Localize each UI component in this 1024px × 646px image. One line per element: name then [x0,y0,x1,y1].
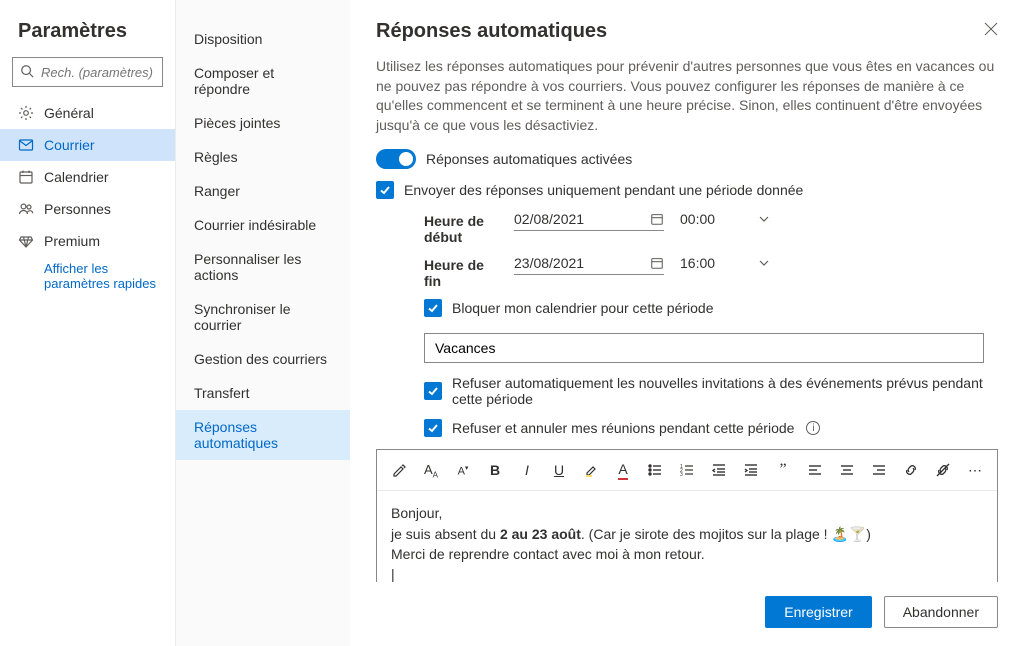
category-calendar[interactable]: Calendrier [0,161,175,193]
toggle-label: Réponses automatiques activées [426,151,632,167]
quick-settings-link[interactable]: Afficher les paramètres rapides [0,257,175,295]
subnav-customize-actions[interactable]: Personnaliser les actions [176,242,350,292]
quote-icon[interactable]: ” [769,456,797,484]
end-date-input[interactable]: 23/08/2021 [514,255,664,275]
subnav-compose[interactable]: Composer et répondre [176,56,350,106]
category-general[interactable]: Général [0,97,175,129]
mail-subnav: Disposition Composer et répondre Pièces … [176,0,350,646]
category-label: Personnes [44,201,111,217]
italic-icon[interactable]: I [513,456,541,484]
subnav-sync[interactable]: Synchroniser le courrier [176,292,350,342]
calendar-icon [18,169,34,185]
settings-detail-panel: Réponses automatiques Utilisez les répon… [350,0,1024,646]
block-calendar-title-input[interactable] [424,333,984,363]
align-left-icon[interactable] [801,456,829,484]
font-size-increase-icon[interactable]: AA [417,456,445,484]
subnav-layout[interactable]: Disposition [176,22,350,56]
calendar-icon [650,212,664,226]
svg-text:3: 3 [680,472,683,478]
subnav-message-handling[interactable]: Gestion des courriers [176,342,350,376]
font-color-icon[interactable]: A [609,456,637,484]
settings-search-input[interactable] [12,57,163,87]
cursor-line: | [391,564,983,582]
category-label: Général [44,105,94,121]
subnav-forwarding[interactable]: Transfert [176,376,350,410]
start-time-select[interactable]: 00:00 [680,211,770,227]
auto-replies-toggle[interactable] [376,149,416,169]
settings-sidebar: Paramètres Général Courrier Calendrier P… [0,0,176,646]
unlink-icon[interactable] [929,456,957,484]
align-center-icon[interactable] [833,456,861,484]
category-mail[interactable]: Courrier [0,129,175,161]
format-painter-icon[interactable] [385,456,413,484]
chevron-down-icon [758,257,770,269]
checkbox-decline-invites[interactable] [424,382,442,400]
panel-title: Réponses automatiques [376,20,607,43]
end-time-select[interactable]: 16:00 [680,255,770,271]
category-label: Premium [44,233,100,249]
checkbox-cancel-meetings[interactable] [424,419,442,437]
bold-icon[interactable]: B [481,456,509,484]
calendar-icon [650,256,664,270]
settings-heading: Paramètres [0,20,175,57]
editor-toolbar: AA A▾ B I U A 123 ” ⋯ [377,450,997,491]
indent-icon[interactable] [737,456,765,484]
close-icon[interactable] [984,22,998,41]
discard-button[interactable]: Abandonner [884,596,998,628]
numbered-list-icon[interactable]: 123 [673,456,701,484]
search-icon [20,64,34,78]
gear-icon [18,105,34,121]
subnav-attachments[interactable]: Pièces jointes [176,106,350,140]
diamond-icon [18,233,34,249]
checkbox-label: Envoyer des réponses uniquement pendant … [404,182,803,198]
start-time-label: Heure de début [424,211,498,245]
panel-footer: Enregistrer Abandonner [350,582,1024,646]
checkbox-label: Refuser et annuler mes réunions pendant … [452,420,794,436]
font-size-decrease-icon[interactable]: A▾ [449,456,477,484]
category-people[interactable]: Personnes [0,193,175,225]
link-icon[interactable] [897,456,925,484]
underline-icon[interactable]: U [545,456,573,484]
subnav-auto-replies[interactable]: Réponses automatiques [176,410,350,460]
checkbox-label: Refuser automatiquement les nouvelles in… [452,375,998,407]
people-icon [18,201,34,217]
subnav-rules[interactable]: Règles [176,140,350,174]
subnav-junk[interactable]: Courrier indésirable [176,208,350,242]
outdent-icon[interactable] [705,456,733,484]
message-editor: AA A▾ B I U A 123 ” ⋯ Bonjour, [376,449,998,582]
subnav-sweep[interactable]: Ranger [176,174,350,208]
end-time-label: Heure de fin [424,255,498,289]
checkbox-block-calendar[interactable] [424,299,442,317]
highlight-icon[interactable] [577,456,605,484]
editor-textarea[interactable]: Bonjour, je suis absent du 2 au 23 août.… [377,491,997,582]
info-icon[interactable]: i [806,421,820,435]
panel-description: Utilisez les réponses automatiques pour … [376,57,998,135]
more-options-icon[interactable]: ⋯ [961,456,989,484]
chevron-down-icon [758,213,770,225]
checkbox-label: Bloquer mon calendrier pour cette périod… [452,300,714,316]
category-premium[interactable]: Premium [0,225,175,257]
category-label: Calendrier [44,169,109,185]
start-date-input[interactable]: 02/08/2021 [514,211,664,231]
bullet-list-icon[interactable] [641,456,669,484]
align-right-icon[interactable] [865,456,893,484]
save-button[interactable]: Enregistrer [765,596,871,628]
mail-icon [18,137,34,153]
checkbox-send-during-period[interactable] [376,181,394,199]
category-label: Courrier [44,137,95,153]
